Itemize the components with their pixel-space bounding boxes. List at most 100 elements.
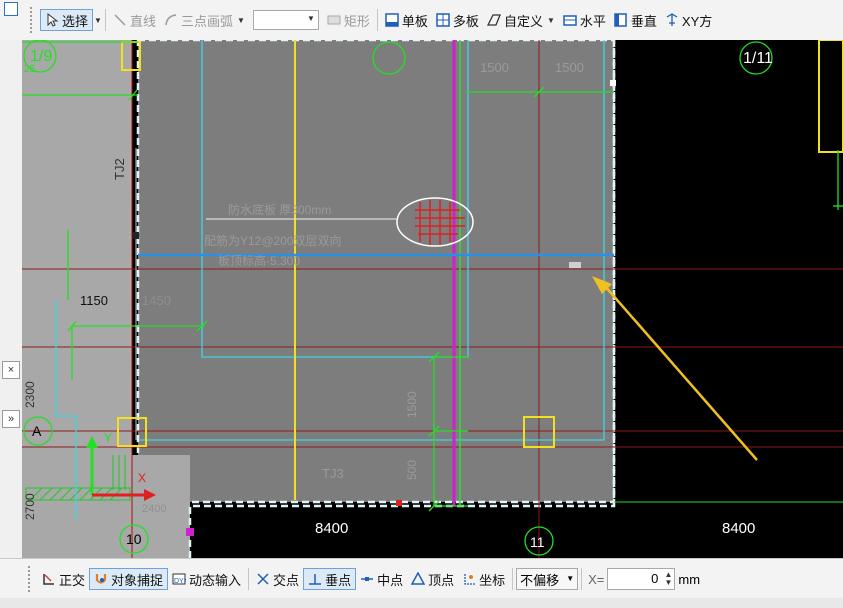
offset-dropdown[interactable]: 不偏移 ▼ bbox=[516, 568, 579, 590]
selected-slab[interactable] bbox=[138, 40, 614, 502]
style-combo[interactable]: ▼ bbox=[252, 10, 319, 30]
offset-arrow-icon[interactable]: ▼ bbox=[566, 574, 574, 583]
combo-arrow-icon[interactable]: ▼ bbox=[307, 14, 315, 23]
coordinate-icon bbox=[462, 572, 476, 586]
panel-expand-button[interactable]: » bbox=[2, 410, 20, 428]
single-board-label: 单板 bbox=[401, 13, 428, 29]
vertical-icon bbox=[614, 13, 628, 27]
ortho-label: 正交 bbox=[59, 572, 86, 588]
perpendicular-icon bbox=[308, 572, 322, 586]
custom-dropdown-icon[interactable]: ▼ bbox=[547, 16, 555, 25]
select-dropdown-icon[interactable]: ▼ bbox=[94, 16, 102, 25]
arc-icon bbox=[164, 13, 178, 27]
custom-button[interactable]: 自定义 ▼ bbox=[483, 9, 559, 31]
select-button[interactable]: 选择 bbox=[40, 9, 94, 31]
note-line-1: 防水底板 厚300mm bbox=[228, 202, 331, 217]
label-tj2: TJ2 bbox=[112, 158, 127, 180]
multi-board-button[interactable]: 多板 bbox=[432, 9, 483, 31]
horizontal-button[interactable]: 水平 bbox=[559, 9, 610, 31]
vertical-label: 垂直 bbox=[630, 13, 657, 29]
x-axis-label: X bbox=[138, 471, 146, 485]
bottom-strip bbox=[0, 598, 843, 608]
offset-value: 不偏移 bbox=[520, 572, 560, 588]
drawing-toolbar: 选择 ▼ 直线 三点画弧 ▼ ▼ 矩形 单板 多板 自定义 ▼ 水平 垂直 XY… bbox=[0, 0, 843, 41]
arc-button[interactable]: 三点画弧 ▼ bbox=[160, 9, 249, 31]
axis-label-1-11: 1/11 bbox=[743, 50, 773, 67]
arc-dropdown-icon[interactable]: ▼ bbox=[237, 16, 245, 25]
coordinate-snap[interactable]: 坐标 bbox=[458, 568, 509, 590]
expand-icon: » bbox=[7, 413, 15, 425]
line-icon bbox=[113, 13, 127, 27]
note-line-2: 配筋为Y12@200双层双向 bbox=[204, 233, 342, 248]
separator bbox=[581, 568, 583, 590]
perpendicular-label: 垂点 bbox=[325, 572, 352, 588]
note-line-3: 板顶标高-5.300 bbox=[218, 253, 300, 268]
panel-icon[interactable] bbox=[4, 2, 18, 16]
axis-label-11: 11 bbox=[530, 534, 545, 550]
snap-toolbar: 正交 对象捕捉 DYN 动态输入 交点 垂点 中点 顶点 坐标 不偏移 ▼ X=… bbox=[0, 558, 843, 599]
rect-icon bbox=[327, 13, 341, 27]
xy-button[interactable]: XY方 bbox=[661, 9, 716, 31]
label-tj3: TJ3 bbox=[322, 466, 344, 481]
midpoint-label: 中点 bbox=[377, 572, 404, 588]
rect-label: 矩形 bbox=[343, 13, 370, 29]
panel-close-button[interactable]: × bbox=[2, 361, 20, 379]
midpoint-icon bbox=[360, 572, 374, 586]
toolbar-grip[interactable] bbox=[30, 7, 36, 33]
midpoint-snap[interactable]: 中点 bbox=[356, 568, 407, 590]
rect-button[interactable]: 矩形 bbox=[323, 9, 374, 31]
horizontal-label: 水平 bbox=[579, 13, 606, 29]
x-value: 0 bbox=[651, 571, 659, 586]
cad-drawing[interactable]: 1/9 25 1/11 10 11 A 1500 1500 1150 1450 … bbox=[22, 40, 843, 558]
x-input[interactable]: 0 ▲ ▼ bbox=[607, 568, 676, 590]
vertex-icon bbox=[410, 571, 426, 586]
dim-1500v: 1500 bbox=[405, 391, 419, 418]
multi-board-icon bbox=[436, 13, 450, 27]
snap-toggle[interactable]: 对象捕捉 bbox=[89, 568, 169, 590]
dim-2700: 2700 bbox=[23, 493, 37, 520]
drawing-canvas[interactable]: 1/9 25 1/11 10 11 A 1500 1500 1150 1450 … bbox=[22, 40, 843, 558]
snap-label: 对象捕捉 bbox=[111, 572, 164, 588]
dim-1150: 1150 bbox=[80, 293, 108, 308]
x-label: X= bbox=[588, 571, 605, 587]
xy-icon bbox=[665, 13, 679, 27]
single-board-button[interactable]: 单板 bbox=[381, 9, 432, 31]
dim-2300: 2300 bbox=[23, 381, 37, 408]
status-grip[interactable] bbox=[28, 566, 34, 592]
custom-shape-icon bbox=[486, 13, 501, 27]
svg-text:DYN: DYN bbox=[174, 578, 186, 585]
close-icon: × bbox=[7, 364, 15, 376]
coordinate-label: 坐标 bbox=[479, 572, 506, 588]
perpendicular-snap[interactable]: 垂点 bbox=[303, 568, 357, 590]
separator bbox=[104, 9, 106, 31]
annotation-arrow-line bbox=[603, 284, 758, 461]
line-button[interactable]: 直线 bbox=[109, 9, 160, 31]
spinner-icon[interactable]: ▲ ▼ bbox=[664, 571, 672, 587]
intersection-snap[interactable]: 交点 bbox=[252, 568, 303, 590]
custom-label: 自定义 bbox=[503, 13, 543, 29]
horizontal-icon bbox=[563, 13, 577, 27]
intersection-icon bbox=[256, 572, 270, 586]
dim-500: 500 bbox=[405, 460, 419, 480]
separator bbox=[248, 568, 250, 590]
axis-label-25: 25 bbox=[24, 64, 36, 75]
intersection-label: 交点 bbox=[273, 572, 300, 588]
dim-1500a: 1500 bbox=[480, 60, 509, 75]
dim-1500b: 1500 bbox=[555, 60, 584, 75]
snap-magnet-icon bbox=[94, 572, 108, 586]
cursor-icon bbox=[45, 12, 59, 27]
ortho-toggle[interactable]: 正交 bbox=[38, 568, 89, 590]
line-label: 直线 bbox=[129, 13, 156, 29]
grey-region-left bbox=[22, 40, 132, 558]
axis-label-A: A bbox=[32, 423, 42, 439]
dynamic-input-label: 动态输入 bbox=[189, 572, 242, 588]
y-axis-label: Y bbox=[104, 431, 112, 445]
left-panel-strip: × » bbox=[0, 2, 22, 558]
vertex-snap[interactable]: 顶点 bbox=[407, 568, 458, 590]
dynamic-input-toggle[interactable]: DYN 动态输入 bbox=[168, 568, 245, 590]
vertical-button[interactable]: 垂直 bbox=[610, 9, 661, 31]
separator bbox=[376, 9, 378, 31]
dim-8400b: 8400 bbox=[722, 520, 755, 537]
ortho-icon bbox=[42, 572, 56, 586]
arc-label: 三点画弧 bbox=[180, 13, 233, 29]
